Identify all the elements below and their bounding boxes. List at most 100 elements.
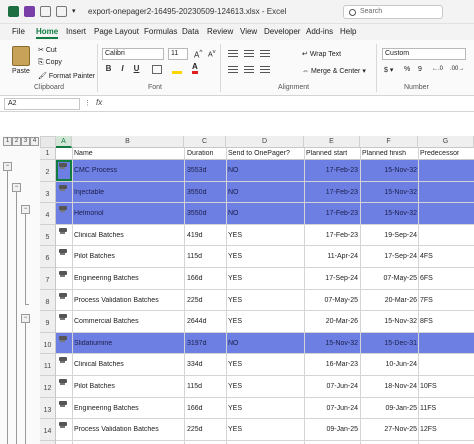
- table-row[interactable]: Helmonol 3550d NO 17-Feb-23 15-Nov-32: [56, 203, 474, 225]
- tab-page-layout[interactable]: Page Layout: [94, 27, 139, 36]
- cell-name[interactable]: Engineering Batches: [74, 275, 184, 282]
- cell-start[interactable]: 17-Feb-23: [306, 210, 358, 217]
- cell-duration[interactable]: 115d: [187, 383, 225, 390]
- cell-start[interactable]: 17-Feb-23: [306, 232, 358, 239]
- cell-duration[interactable]: 419d: [187, 232, 225, 239]
- cell-start[interactable]: 17-Feb-23: [306, 167, 358, 174]
- row-header[interactable]: 10: [40, 333, 56, 354]
- cell-duration[interactable]: 334d: [187, 361, 225, 368]
- select-all-corner[interactable]: [40, 136, 56, 148]
- cell-duration[interactable]: 115d: [187, 253, 225, 260]
- table-row[interactable]: Engineering Batches 166d YES 07-Jun-24 09-Ja…: [56, 398, 474, 419]
- cell-pred[interactable]: 6FS: [420, 275, 470, 282]
- row-header[interactable]: 7: [40, 268, 56, 290]
- active-cell-a2[interactable]: [56, 160, 72, 181]
- shrink-font-icon[interactable]: Av: [208, 49, 216, 58]
- cell-start[interactable]: 16-Mar-23: [306, 361, 358, 368]
- cell-send[interactable]: YES: [228, 383, 298, 390]
- decrease-decimal-icon[interactable]: .00→: [450, 66, 464, 72]
- align-right-icon[interactable]: [260, 66, 270, 67]
- align-left-icon[interactable]: [228, 66, 238, 67]
- cell-start[interactable]: 17-Sep-24: [306, 275, 358, 282]
- row-header[interactable]: 3: [40, 182, 56, 203]
- cell-duration[interactable]: 3550d: [187, 189, 225, 196]
- cell-send[interactable]: YES: [228, 318, 298, 325]
- cell-finish[interactable]: 15-Nov-32: [362, 318, 417, 325]
- fill-color-icon[interactable]: [172, 65, 182, 74]
- cell-finish[interactable]: 15-Nov-32: [362, 210, 417, 217]
- redo-icon[interactable]: [56, 6, 67, 17]
- column-header-g[interactable]: G: [418, 136, 474, 148]
- copy-button[interactable]: ⎘ Copy: [38, 59, 62, 67]
- collapse-group-icon[interactable]: −: [21, 314, 30, 323]
- outline-level-4-button[interactable]: 4: [30, 137, 39, 146]
- cell-start[interactable]: 11-Apr-24: [306, 253, 358, 260]
- cell-name[interactable]: Process Validation Batches: [74, 426, 184, 433]
- tab-view[interactable]: View: [240, 27, 257, 36]
- row-header[interactable]: 13: [40, 398, 56, 419]
- cell-finish[interactable]: 18-Nov-24: [362, 383, 417, 390]
- cell-duration[interactable]: 3550d: [187, 210, 225, 217]
- percent-format-icon[interactable]: %: [404, 66, 410, 73]
- cell-finish[interactable]: 15-Nov-32: [362, 167, 417, 174]
- cell-finish[interactable]: 20-Mar-26: [362, 297, 417, 304]
- collapse-group-icon[interactable]: −: [21, 205, 30, 214]
- row-header[interactable]: 8: [40, 290, 56, 311]
- header-finish[interactable]: Planned finish: [362, 150, 406, 157]
- cell-send[interactable]: YES: [228, 297, 298, 304]
- cell-send[interactable]: YES: [228, 361, 298, 368]
- alignment-buttons[interactable]: [228, 48, 288, 78]
- tab-home[interactable]: Home: [36, 27, 59, 39]
- table-row[interactable]: Clinical Batches 419d YES 17-Feb-23 19-Sep-2…: [56, 225, 474, 246]
- cell-duration[interactable]: 2644d: [187, 318, 225, 325]
- cell-send[interactable]: YES: [228, 253, 298, 260]
- row-header[interactable]: 11: [40, 354, 56, 376]
- cell-finish[interactable]: 15-Nov-32: [362, 189, 417, 196]
- cell-start[interactable]: 09-Jan-25: [306, 426, 358, 433]
- cell-finish[interactable]: 09-Jan-25: [362, 405, 417, 412]
- table-row[interactable]: Slidatiumine 3197d NO 15-Nov-32 15-Dec-31: [56, 333, 474, 354]
- cell-start[interactable]: 07-May-25: [306, 297, 358, 304]
- paste-button[interactable]: Paste: [12, 68, 30, 75]
- column-header-b[interactable]: B: [72, 136, 184, 148]
- align-middle-icon[interactable]: [244, 50, 254, 51]
- cell-name[interactable]: Injectable: [74, 189, 184, 196]
- outline-level-2-button[interactable]: 2: [12, 137, 21, 146]
- cell-name[interactable]: Commercial Batches: [74, 318, 184, 325]
- wrap-text-button[interactable]: ↵ Wrap Text: [302, 50, 341, 58]
- cell-name[interactable]: Slidatiumine: [74, 340, 184, 347]
- cell-finish[interactable]: 10-Jun-24: [362, 361, 417, 368]
- table-row[interactable]: Pilot Batches 115d YES 07-Jun-24 18-Nov-24 10…: [56, 376, 474, 398]
- cell-send[interactable]: YES: [228, 426, 298, 433]
- font-size-select[interactable]: 11: [168, 48, 188, 60]
- column-header-d[interactable]: D: [226, 136, 304, 148]
- cell-finish[interactable]: 15-Dec-31: [362, 340, 417, 347]
- cell-duration[interactable]: 3553d: [187, 167, 225, 174]
- bold-button[interactable]: B: [104, 64, 113, 73]
- collapse-group-icon[interactable]: −: [12, 183, 21, 192]
- qat-dropdown-icon[interactable]: ▾: [72, 7, 76, 15]
- tab-add-ins[interactable]: Add-ins: [306, 27, 333, 36]
- column-header-c[interactable]: C: [184, 136, 226, 148]
- row-header[interactable]: 1: [40, 148, 56, 160]
- cell-duration[interactable]: 3197d: [187, 340, 225, 347]
- comma-format-icon[interactable]: 9: [418, 66, 422, 73]
- tab-developer[interactable]: Developer: [264, 27, 300, 36]
- table-row[interactable]: Process Validation Batches 225d YES 07-May-…: [56, 290, 474, 311]
- cell-name[interactable]: Helmonol: [74, 210, 184, 217]
- table-row[interactable]: Process Validation Batches 225d YES 09-Jan-…: [56, 419, 474, 441]
- outline-level-3-button[interactable]: 3: [21, 137, 30, 146]
- table-row[interactable]: CMC Process 3553d NO 17-Feb-23 15-Nov-32: [56, 160, 474, 182]
- cell-start[interactable]: 07-Jun-24: [306, 383, 358, 390]
- cell-send[interactable]: YES: [228, 275, 298, 282]
- column-header-e[interactable]: E: [304, 136, 360, 148]
- number-format-select[interactable]: Custom: [382, 48, 466, 60]
- cell-name[interactable]: Clinical Batches: [74, 232, 184, 239]
- cell-send[interactable]: YES: [228, 232, 298, 239]
- outline-level-1-button[interactable]: 1: [3, 137, 12, 146]
- table-row[interactable]: Engineering Batches 166d YES 17-Sep-24 07-Ma…: [56, 268, 474, 290]
- align-bottom-icon[interactable]: [260, 50, 270, 51]
- tab-review[interactable]: Review: [207, 27, 233, 36]
- cell-finish[interactable]: 17-Sep-24: [362, 253, 417, 260]
- cell-finish[interactable]: 07-May-25: [362, 275, 417, 282]
